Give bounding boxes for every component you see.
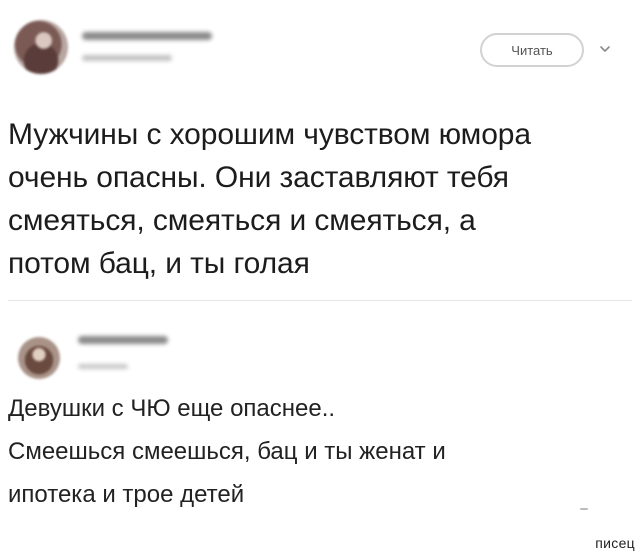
tweet-text: Мужчины с хорошим чувством юмора очень о… — [8, 118, 531, 280]
blurred-display-name — [82, 32, 212, 40]
tweet-post-2: Девушки с ЧЮ еще опаснее.. Смеешься смее… — [0, 302, 640, 555]
follow-button[interactable]: Читать — [480, 33, 584, 67]
blurred-username — [82, 55, 172, 61]
reply-text: Девушки с ЧЮ еще опаснее.. Смеешься смее… — [8, 395, 446, 508]
blurred-display-name — [78, 336, 168, 344]
watermark-text: писец — [595, 535, 635, 551]
avatar[interactable] — [18, 337, 60, 379]
minor-mark — [580, 508, 588, 510]
chevron-down-icon[interactable] — [598, 42, 612, 56]
avatar[interactable] — [14, 20, 68, 74]
blurred-username — [78, 364, 128, 369]
tweet-post-1: Читать Мужчины с хорошим чувством юмора … — [0, 0, 640, 300]
divider — [8, 300, 632, 301]
